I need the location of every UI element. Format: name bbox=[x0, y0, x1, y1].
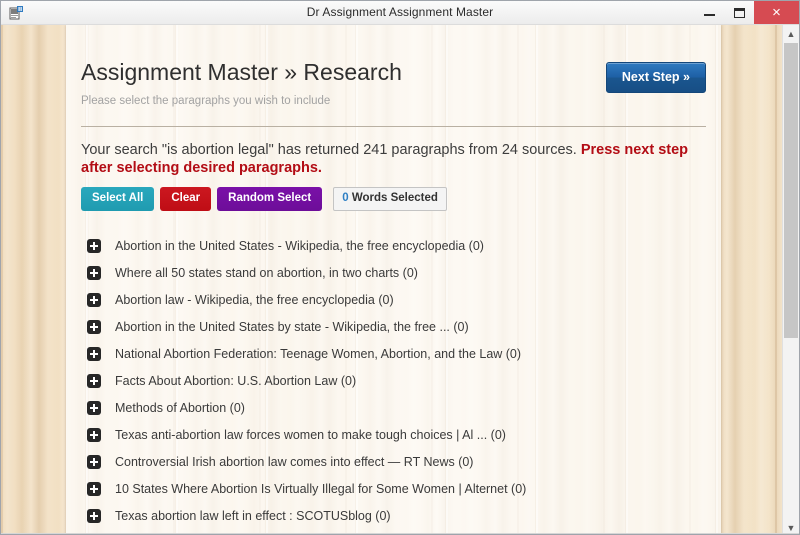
search-summary-text: Your search "is abortion legal" has retu… bbox=[81, 142, 581, 158]
window-title: Dr Assignment Assignment Master bbox=[1, 5, 799, 19]
result-row[interactable]: Abortion in the United States - Wikipedi… bbox=[81, 232, 706, 259]
result-row[interactable]: Texas abortion law left in effect : SCOT… bbox=[81, 502, 706, 529]
result-row[interactable]: Abortion law - Wikipedia, the free encyc… bbox=[81, 286, 706, 313]
selection-toolbar: Select All Clear Random Select 0 Words S… bbox=[81, 187, 706, 211]
result-row[interactable]: Texas anti-abortion law forces women to … bbox=[81, 421, 706, 448]
client-area: Assignment Master » Research Please sele… bbox=[1, 25, 799, 535]
maximize-icon bbox=[734, 8, 745, 18]
scroll-up-arrow-icon[interactable]: ▲ bbox=[783, 25, 799, 42]
result-row[interactable]: Where all 50 states stand on abortion, i… bbox=[81, 259, 706, 286]
expand-plus-icon[interactable] bbox=[87, 482, 101, 496]
result-label: Abortion in the United States - Wikipedi… bbox=[115, 239, 484, 253]
expand-plus-icon[interactable] bbox=[87, 347, 101, 361]
expand-plus-icon[interactable] bbox=[87, 320, 101, 334]
close-button[interactable]: × bbox=[754, 1, 799, 24]
result-label: Abortion law - Wikipedia, the free encyc… bbox=[115, 293, 394, 307]
result-row[interactable]: Methods of Abortion (0) bbox=[81, 394, 706, 421]
window-bottom-edge bbox=[1, 533, 799, 534]
expand-plus-icon[interactable] bbox=[87, 374, 101, 388]
header-divider bbox=[81, 126, 706, 127]
result-label: Methods of Abortion (0) bbox=[115, 401, 245, 415]
random-select-button[interactable]: Random Select bbox=[217, 187, 322, 211]
expand-plus-icon[interactable] bbox=[87, 293, 101, 307]
page-subtitle: Please select the paragraphs you wish to… bbox=[81, 95, 706, 107]
page-header: Assignment Master » Research Please sele… bbox=[81, 25, 706, 107]
expand-plus-icon[interactable] bbox=[87, 266, 101, 280]
clear-button[interactable]: Clear bbox=[160, 187, 211, 211]
result-row[interactable]: Controversial Irish abortion law comes i… bbox=[81, 448, 706, 475]
expand-plus-icon[interactable] bbox=[87, 428, 101, 442]
expand-plus-icon[interactable] bbox=[87, 509, 101, 523]
result-label: Texas abortion law left in effect : SCOT… bbox=[115, 509, 391, 523]
result-label: Controversial Irish abortion law comes i… bbox=[115, 455, 473, 469]
result-row[interactable]: National Abortion Federation: Teenage Wo… bbox=[81, 340, 706, 367]
vertical-scrollbar[interactable]: ▲ ▼ bbox=[782, 25, 799, 535]
result-label: Abortion in the United States by state -… bbox=[115, 320, 469, 334]
result-row[interactable]: Judge rules controversial Texas abortion… bbox=[81, 529, 706, 535]
window-controls: × bbox=[694, 1, 799, 24]
result-label: 10 States Where Abortion Is Virtually Il… bbox=[115, 482, 526, 496]
application-window: Dr Assignment Assignment Master × Assign… bbox=[0, 0, 800, 535]
expand-plus-icon[interactable] bbox=[87, 239, 101, 253]
content-panel: Assignment Master » Research Please sele… bbox=[66, 25, 721, 535]
words-selected-label: Words Selected bbox=[349, 192, 438, 204]
words-selected-badge: 0 Words Selected bbox=[333, 187, 447, 211]
select-all-button[interactable]: Select All bbox=[81, 187, 154, 211]
next-step-button[interactable]: Next Step » bbox=[606, 62, 706, 93]
maximize-button[interactable] bbox=[724, 1, 754, 24]
result-row[interactable]: Facts About Abortion: U.S. Abortion Law … bbox=[81, 367, 706, 394]
expand-plus-icon[interactable] bbox=[87, 455, 101, 469]
minimize-icon bbox=[704, 14, 715, 16]
minimize-button[interactable] bbox=[694, 1, 724, 24]
result-label: Texas anti-abortion law forces women to … bbox=[115, 428, 506, 442]
close-icon: × bbox=[772, 5, 781, 20]
results-list: Abortion in the United States - Wikipedi… bbox=[81, 232, 706, 535]
result-label: Facts About Abortion: U.S. Abortion Law … bbox=[115, 374, 356, 388]
search-summary: Your search "is abortion legal" has retu… bbox=[81, 141, 706, 177]
result-row[interactable]: Abortion in the United States by state -… bbox=[81, 313, 706, 340]
result-label: National Abortion Federation: Teenage Wo… bbox=[115, 347, 521, 361]
result-row[interactable]: 10 States Where Abortion Is Virtually Il… bbox=[81, 475, 706, 502]
result-label: Where all 50 states stand on abortion, i… bbox=[115, 266, 418, 280]
expand-plus-icon[interactable] bbox=[87, 401, 101, 415]
scrollbar-thumb[interactable] bbox=[784, 43, 798, 338]
title-bar: Dr Assignment Assignment Master × bbox=[1, 1, 799, 25]
